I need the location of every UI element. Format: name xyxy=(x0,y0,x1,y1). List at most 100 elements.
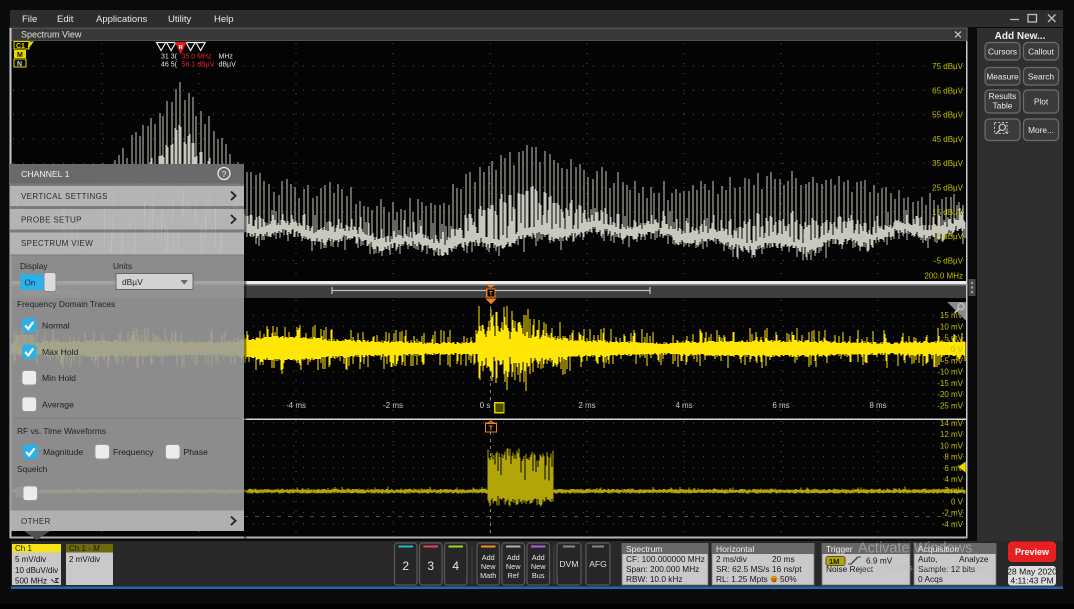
svg-text:8 mV: 8 mV xyxy=(944,453,963,462)
svg-text:New: New xyxy=(481,562,496,571)
svg-text:On: On xyxy=(24,278,36,288)
svg-text:Activate Windows: Activate Windows xyxy=(858,541,972,557)
svg-text:Ch 1: Ch 1 xyxy=(15,544,32,553)
svg-text:Magnitude: Magnitude xyxy=(43,447,83,457)
svg-text:Measure: Measure xyxy=(986,72,1019,82)
svg-text:-5 mV: -5 mV xyxy=(942,356,964,365)
svg-text:3: 3 xyxy=(427,559,434,573)
svg-text:Frequency: Frequency xyxy=(113,447,154,457)
svg-text:25 dBµV: 25 dBµV xyxy=(932,184,964,193)
svg-text:58.1 dBµV: 58.1 dBµV xyxy=(182,62,215,69)
svg-text:-4 ms: -4 ms xyxy=(286,401,306,410)
svg-text:-10 mV: -10 mV xyxy=(937,368,963,377)
svg-text:200.0 MHz: 200.0 MHz xyxy=(924,272,963,281)
svg-text:Add New...: Add New... xyxy=(995,31,1046,42)
svg-text:Results: Results xyxy=(989,91,1017,101)
svg-text:46 5(: 46 5( xyxy=(161,62,178,69)
svg-text:VERTICAL SETTINGS: VERTICAL SETTINGS xyxy=(21,192,108,201)
svg-text:10 dBuV/div: 10 dBuV/div xyxy=(15,566,58,575)
svg-text:Max Hold: Max Hold xyxy=(42,347,79,357)
svg-text:Callout: Callout xyxy=(1028,47,1055,57)
svg-text:RF vs. Time Waveforms: RF vs. Time Waveforms xyxy=(17,426,106,436)
svg-text:u: u xyxy=(772,577,776,584)
svg-text:16 ns/pt: 16 ns/pt xyxy=(772,564,802,574)
svg-text:-2 mV: -2 mV xyxy=(942,509,964,518)
svg-text:2 ms: 2 ms xyxy=(578,401,595,410)
svg-text:-25 mV: -25 mV xyxy=(937,402,963,411)
svg-text:C1: C1 xyxy=(16,43,25,50)
svg-text:Math: Math xyxy=(480,571,496,580)
svg-text:Go to Settings to activate Win: Go to Settings to activate Windows xyxy=(862,564,986,573)
svg-text:-20 mV: -20 mV xyxy=(937,390,963,399)
svg-text:dBµV: dBµV xyxy=(219,62,237,69)
svg-text:More...: More... xyxy=(1028,125,1054,135)
svg-text:Add: Add xyxy=(507,553,520,562)
svg-text:M: M xyxy=(17,52,23,59)
svg-text:SPECTRUM VIEW: SPECTRUM VIEW xyxy=(21,239,93,248)
svg-text:Add: Add xyxy=(532,553,545,562)
svg-text:5 mV: 5 mV xyxy=(944,334,963,343)
svg-text:5 mV/div: 5 mV/div xyxy=(15,555,46,564)
svg-text:0 Acqs: 0 Acqs xyxy=(918,574,943,584)
svg-text:AFG: AFG xyxy=(589,559,606,569)
svg-text:8 ms: 8 ms xyxy=(869,401,886,410)
svg-text:Average: Average xyxy=(42,400,74,410)
svg-text:Ch 1 - M: Ch 1 - M xyxy=(69,544,100,553)
svg-text:2 mV/div: 2 mV/div xyxy=(69,555,100,564)
svg-text:15 dBµV: 15 dBµV xyxy=(932,208,964,217)
svg-text:-15 mV: -15 mV xyxy=(937,379,963,388)
svg-text:31 3(: 31 3( xyxy=(161,54,178,61)
svg-text:Squelch: Squelch xyxy=(17,464,48,474)
svg-text:12 mV: 12 mV xyxy=(940,430,964,439)
svg-text:-4 mV: -4 mV xyxy=(942,520,964,529)
svg-text:6 ms: 6 ms xyxy=(772,401,789,410)
svg-text:1M: 1M xyxy=(829,557,839,566)
svg-text:Edit: Edit xyxy=(57,14,74,25)
svg-text:Plot: Plot xyxy=(1034,97,1049,107)
svg-text:2: 2 xyxy=(402,559,409,573)
svg-text:File: File xyxy=(22,14,37,25)
svg-text:PROBE SETUP: PROBE SETUP xyxy=(21,216,82,225)
svg-text:4 mV: 4 mV xyxy=(944,475,963,484)
svg-text:Trigger: Trigger xyxy=(826,544,853,554)
svg-text:10 mV: 10 mV xyxy=(940,441,964,450)
svg-text:?: ? xyxy=(222,169,227,179)
svg-text:N: N xyxy=(17,61,22,68)
svg-text:New: New xyxy=(531,562,546,571)
svg-text:T: T xyxy=(489,426,494,433)
svg-text:2 mV: 2 mV xyxy=(944,486,963,495)
svg-text:45 dBµV: 45 dBµV xyxy=(932,135,964,144)
svg-text:Utility: Utility xyxy=(168,14,191,25)
svg-text:New: New xyxy=(506,562,521,571)
svg-text:10 mV: 10 mV xyxy=(940,322,964,331)
svg-text:2 ms/div: 2 ms/div xyxy=(716,554,748,564)
svg-text:-2 ms: -2 ms xyxy=(383,401,403,410)
svg-text:OTHER: OTHER xyxy=(21,517,51,526)
svg-text:5 dBµV: 5 dBµV xyxy=(937,232,964,241)
svg-text:0 V: 0 V xyxy=(951,497,964,506)
svg-text:Spectrum: Spectrum xyxy=(626,544,662,554)
svg-text:Table: Table xyxy=(993,101,1013,111)
svg-text:Help: Help xyxy=(214,14,234,25)
svg-text:CF: 100.000000 MHz: CF: 100.000000 MHz xyxy=(626,554,705,564)
svg-text:Normal: Normal xyxy=(42,321,70,331)
svg-text:0 s: 0 s xyxy=(480,401,491,410)
svg-text:SR: 62.5 MS/s: SR: 62.5 MS/s xyxy=(716,564,770,574)
svg-text:Applications: Applications xyxy=(96,14,147,25)
svg-text:35.0 MHz: 35.0 MHz xyxy=(182,54,212,61)
svg-text:75 dBµV: 75 dBµV xyxy=(932,62,964,71)
svg-text:MHz: MHz xyxy=(219,54,234,61)
svg-text:Add: Add xyxy=(482,553,495,562)
svg-text:55 dBµV: 55 dBµV xyxy=(932,111,964,120)
svg-text:Spectrum View: Spectrum View xyxy=(21,30,82,40)
svg-text:14 mV: 14 mV xyxy=(940,419,964,428)
svg-text:4: 4 xyxy=(452,559,459,573)
svg-text:Display: Display xyxy=(20,261,48,271)
svg-text:dBµV: dBµV xyxy=(122,277,143,287)
svg-text:-5 dBµV: -5 dBµV xyxy=(934,256,964,265)
svg-text:Bus: Bus xyxy=(532,571,545,580)
svg-text:Phase: Phase xyxy=(184,447,209,457)
svg-text:Min Hold: Min Hold xyxy=(42,373,76,383)
svg-text:Search: Search xyxy=(1028,72,1055,82)
svg-text:0 V: 0 V xyxy=(951,345,964,354)
